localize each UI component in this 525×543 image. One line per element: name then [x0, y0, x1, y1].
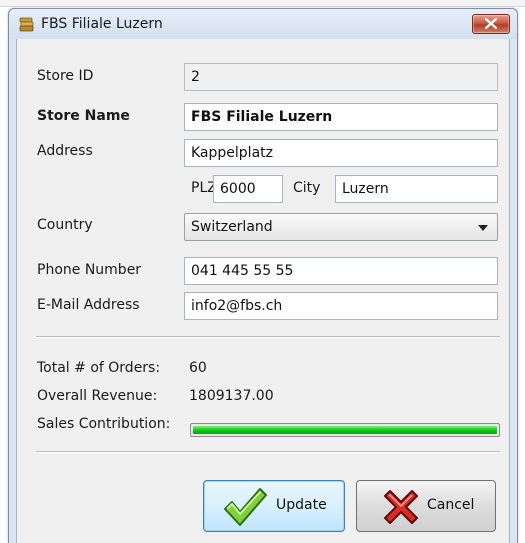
country-label: Country: [37, 217, 93, 233]
store-name-field[interactable]: FBS Filiale Luzern: [184, 103, 498, 131]
chevron-down-icon: [478, 225, 488, 231]
update-label: Update: [276, 497, 327, 513]
cancel-label: Cancel: [427, 497, 475, 513]
separator-bottom: [36, 451, 500, 453]
total-orders-value: 60: [189, 360, 207, 376]
address-field[interactable]: Kappelplatz: [184, 139, 498, 167]
update-button[interactable]: Update: [203, 480, 345, 532]
phone-label: Phone Number: [37, 262, 142, 278]
dialog-content: Store ID 2 Store Name FBS Filiale Luzern…: [16, 39, 510, 543]
store-icon: [19, 17, 35, 32]
close-icon: [485, 18, 497, 29]
email-field[interactable]: info2@fbs.ch: [184, 292, 498, 320]
store-name-label: Store Name: [37, 108, 130, 124]
desktop-top-strip: [0, 0, 525, 7]
progress-fill: [193, 426, 497, 434]
cancel-button[interactable]: Cancel: [356, 480, 496, 532]
address-label: Address: [37, 143, 93, 159]
separator-top: [36, 336, 500, 338]
title-bar[interactable]: FBS Filiale Luzern: [9, 9, 517, 39]
country-selected-value: Switzerland: [191, 219, 273, 235]
city-field[interactable]: Luzern: [335, 175, 498, 203]
phone-field[interactable]: 041 445 55 55: [184, 257, 498, 285]
email-label: E-Mail Address: [37, 297, 140, 313]
store-id-field[interactable]: 2: [184, 63, 498, 91]
dialog-window: FBS Filiale Luzern Store ID 2 Store Name…: [8, 8, 518, 543]
window-title: FBS Filiale Luzern: [41, 16, 163, 32]
plz-field[interactable]: 6000: [213, 175, 283, 203]
country-dropdown[interactable]: Switzerland: [184, 213, 498, 241]
city-label: City: [293, 180, 321, 196]
close-button[interactable]: [472, 14, 510, 34]
total-orders-label: Total # of Orders:: [37, 360, 161, 376]
revenue-label: Overall Revenue:: [37, 388, 158, 404]
store-id-label: Store ID: [37, 68, 94, 84]
sales-contribution-label: Sales Contribution:: [37, 416, 171, 432]
revenue-value: 1809137.00: [189, 388, 274, 404]
red-x-icon: [384, 490, 418, 524]
sales-contribution-progress-bar: [190, 423, 500, 437]
checkmark-icon: [224, 488, 267, 526]
